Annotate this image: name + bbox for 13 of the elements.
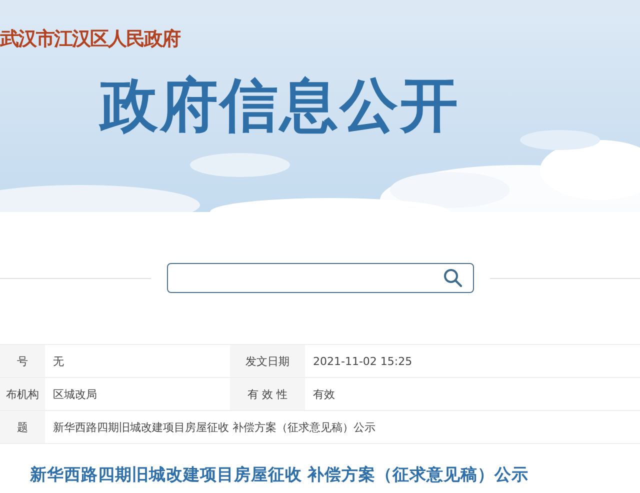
search-icon[interactable] bbox=[442, 268, 462, 288]
search-field[interactable] bbox=[166, 263, 474, 293]
field-value: 2021-11-02 15:25 bbox=[305, 345, 640, 378]
field-label: 布机构 bbox=[0, 378, 45, 411]
field-label: 有 效 性 bbox=[230, 378, 305, 411]
article-title: 新华西路四期旧城改建项目房屋征收 补偿方案（征求意见稿）公示 bbox=[28, 464, 530, 486]
field-label: 发文日期 bbox=[230, 345, 305, 378]
page-title: 政府信息公开 bbox=[100, 74, 460, 138]
field-value: 新华西路四期旧城改建项目房屋征收 补偿方案（征求意见稿）公示 bbox=[45, 411, 640, 444]
field-value: 有效 bbox=[305, 378, 640, 411]
organization-name: 武汉市江汉区人民政府 bbox=[0, 27, 180, 52]
field-label: 号 bbox=[0, 345, 45, 378]
field-label: 题 bbox=[0, 411, 45, 444]
